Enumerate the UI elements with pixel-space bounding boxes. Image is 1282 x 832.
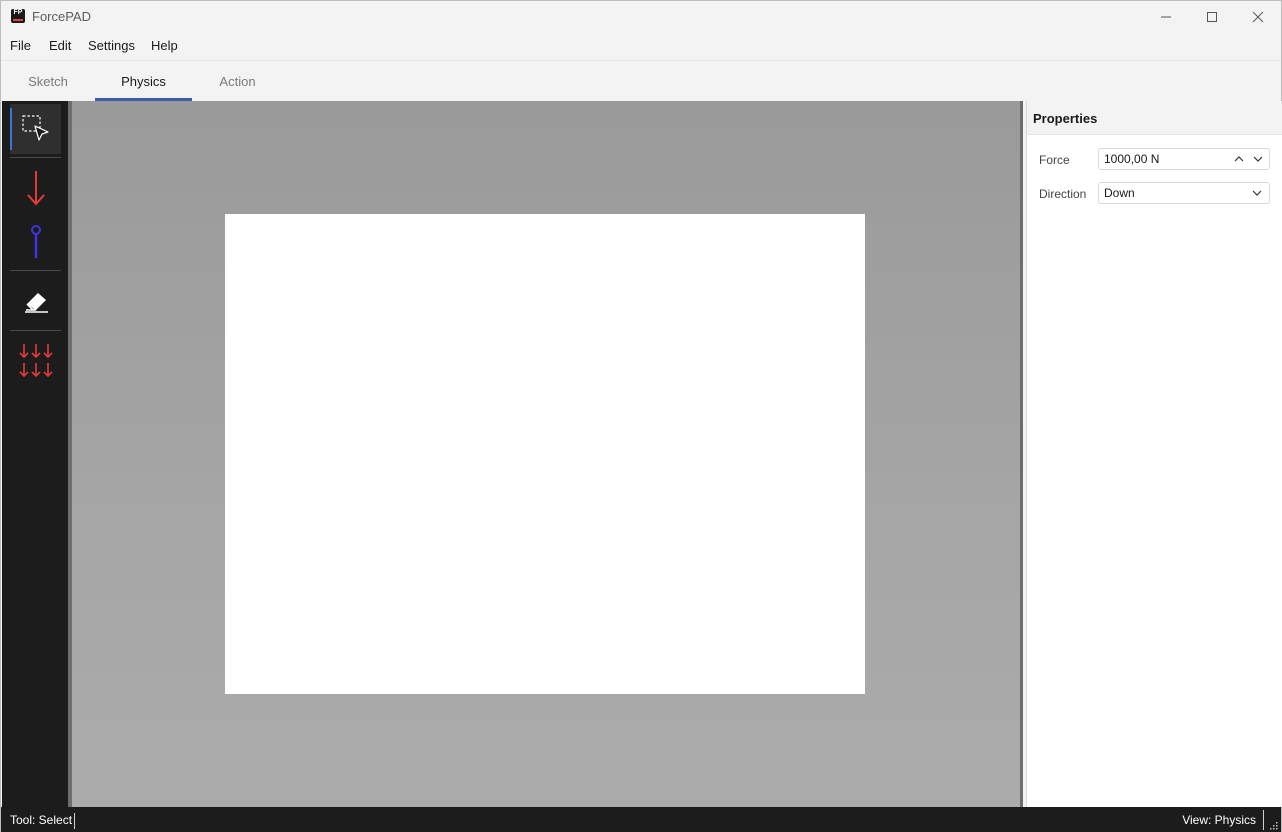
menu-settings[interactable]: Settings bbox=[88, 38, 135, 53]
chevron-up-icon bbox=[1234, 156, 1244, 162]
minimize-button[interactable] bbox=[1143, 1, 1189, 32]
status-divider bbox=[1263, 810, 1264, 830]
direction-value: Down bbox=[1104, 186, 1135, 200]
distributed-load-tool-button[interactable] bbox=[10, 337, 61, 385]
tab-action[interactable]: Action bbox=[192, 61, 283, 101]
status-bar: Tool: Select View: Physics bbox=[1, 807, 1281, 832]
menu-help[interactable]: Help bbox=[151, 38, 178, 53]
title-bar[interactable]: FP ForcePAD bbox=[1, 1, 1281, 32]
constraint-tool-button[interactable] bbox=[10, 219, 61, 263]
chevron-down-icon bbox=[1252, 190, 1262, 196]
distributed-load-icon bbox=[18, 344, 53, 378]
app-logo-icon: FP bbox=[11, 9, 25, 23]
increment-button[interactable] bbox=[1231, 152, 1247, 166]
minimize-icon bbox=[1161, 16, 1171, 17]
maximize-button[interactable] bbox=[1189, 1, 1235, 32]
canvas-viewport[interactable] bbox=[68, 101, 1023, 807]
decrement-button[interactable] bbox=[1250, 152, 1266, 166]
status-view: View: Physics bbox=[1182, 813, 1256, 827]
toolbar-divider bbox=[10, 157, 61, 158]
tool-palette bbox=[2, 101, 68, 807]
properties-title: Properties bbox=[1033, 111, 1098, 126]
force-tool-button[interactable] bbox=[10, 163, 61, 213]
toolbar-divider bbox=[10, 270, 61, 271]
menu-bar: File Edit Settings Help bbox=[1, 32, 1281, 60]
menu-edit[interactable]: Edit bbox=[49, 38, 71, 53]
drawing-canvas[interactable] bbox=[225, 214, 865, 694]
chevron-down-icon bbox=[1253, 156, 1263, 162]
menu-file[interactable]: File bbox=[10, 38, 31, 53]
status-tool: Tool: Select bbox=[10, 813, 76, 829]
force-spinbox[interactable]: 1000,00 N bbox=[1098, 148, 1270, 170]
select-tool-button[interactable] bbox=[10, 104, 61, 154]
maximize-icon bbox=[1207, 11, 1217, 22]
tab-sketch[interactable]: Sketch bbox=[1, 61, 95, 101]
force-value[interactable]: 1000,00 N bbox=[1104, 152, 1159, 166]
dropdown-button[interactable] bbox=[1249, 186, 1265, 200]
force-arrow-icon bbox=[26, 171, 45, 206]
force-label: Force bbox=[1039, 153, 1070, 167]
tab-physics[interactable]: Physics bbox=[95, 61, 192, 101]
app-window: FP ForcePAD File Edit Settings Help Sket… bbox=[0, 0, 1282, 832]
direction-label: Direction bbox=[1039, 187, 1087, 201]
properties-panel: Properties Force 1000,00 N Direction Dow… bbox=[1026, 101, 1282, 807]
close-button[interactable] bbox=[1235, 1, 1281, 32]
window-title: ForcePAD bbox=[32, 9, 91, 24]
resize-grip-icon[interactable] bbox=[1268, 820, 1278, 830]
eraser-icon bbox=[24, 293, 48, 313]
select-cursor-icon bbox=[21, 115, 49, 141]
mode-tabs: Sketch Physics Action bbox=[1, 60, 1281, 101]
close-icon bbox=[1252, 11, 1264, 22]
pin-constraint-icon bbox=[30, 225, 41, 258]
direction-dropdown[interactable]: Down bbox=[1098, 182, 1270, 204]
eraser-tool-button[interactable] bbox=[10, 277, 61, 325]
properties-header: Properties bbox=[1027, 101, 1282, 135]
toolbar-divider bbox=[10, 330, 61, 331]
